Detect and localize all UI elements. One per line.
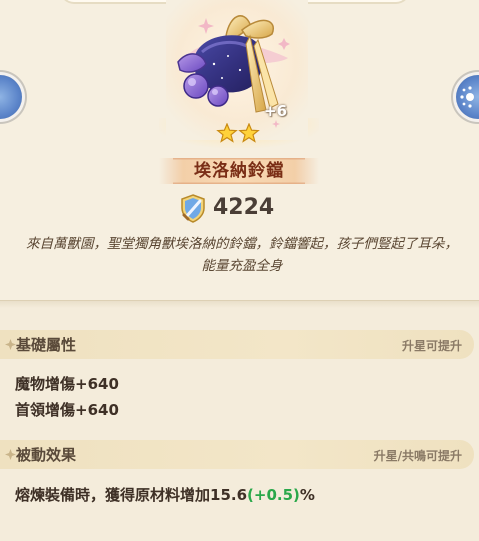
- section-bullet-icon: [5, 339, 16, 350]
- passive-effect-line: 熔煉裝備時，獲得原材料增加15.6(+0.5)%: [15, 484, 315, 505]
- passive-effect-header: 被動效果 升星/共鳴可提升: [0, 440, 474, 469]
- star-icon: [216, 123, 238, 143]
- passive-effect-text: 熔煉裝備時，獲得原材料增加15.6: [15, 486, 248, 504]
- section-divider: [0, 300, 479, 308]
- item-name: 埃洛納鈴鐺: [194, 161, 284, 181]
- base-attributes-hint: 升星可提升: [401, 339, 462, 353]
- enhance-level-badge: +6: [264, 102, 288, 120]
- sword-shield-power-icon: [181, 194, 205, 223]
- base-attributes-title: 基礎屬性: [16, 336, 77, 354]
- passive-effect-title: 被動效果: [16, 446, 77, 464]
- stat-monster-damage: 魔物增傷+640: [15, 375, 119, 393]
- sparkle-icon: [460, 86, 474, 108]
- item-power: 4224: [213, 195, 275, 220]
- star-icon: [238, 123, 260, 143]
- stat-boss-damage: 首領增傷+640: [15, 401, 119, 419]
- passive-effect-bonus: (+0.5): [247, 486, 300, 504]
- item-description: 來自萬獸園，聖堂獨角獸埃洛納的鈴鐺，鈴鐺響起，孩子們豎起了耳朵，能量充盈全身: [26, 236, 458, 274]
- base-attributes-header: 基礎屬性 升星可提升: [0, 330, 474, 359]
- star-rating: [216, 123, 260, 143]
- section-bullet-icon: [5, 449, 16, 460]
- passive-effect-hint: 升星/共鳴可提升: [373, 449, 462, 463]
- passive-effect-unit: %: [299, 486, 315, 504]
